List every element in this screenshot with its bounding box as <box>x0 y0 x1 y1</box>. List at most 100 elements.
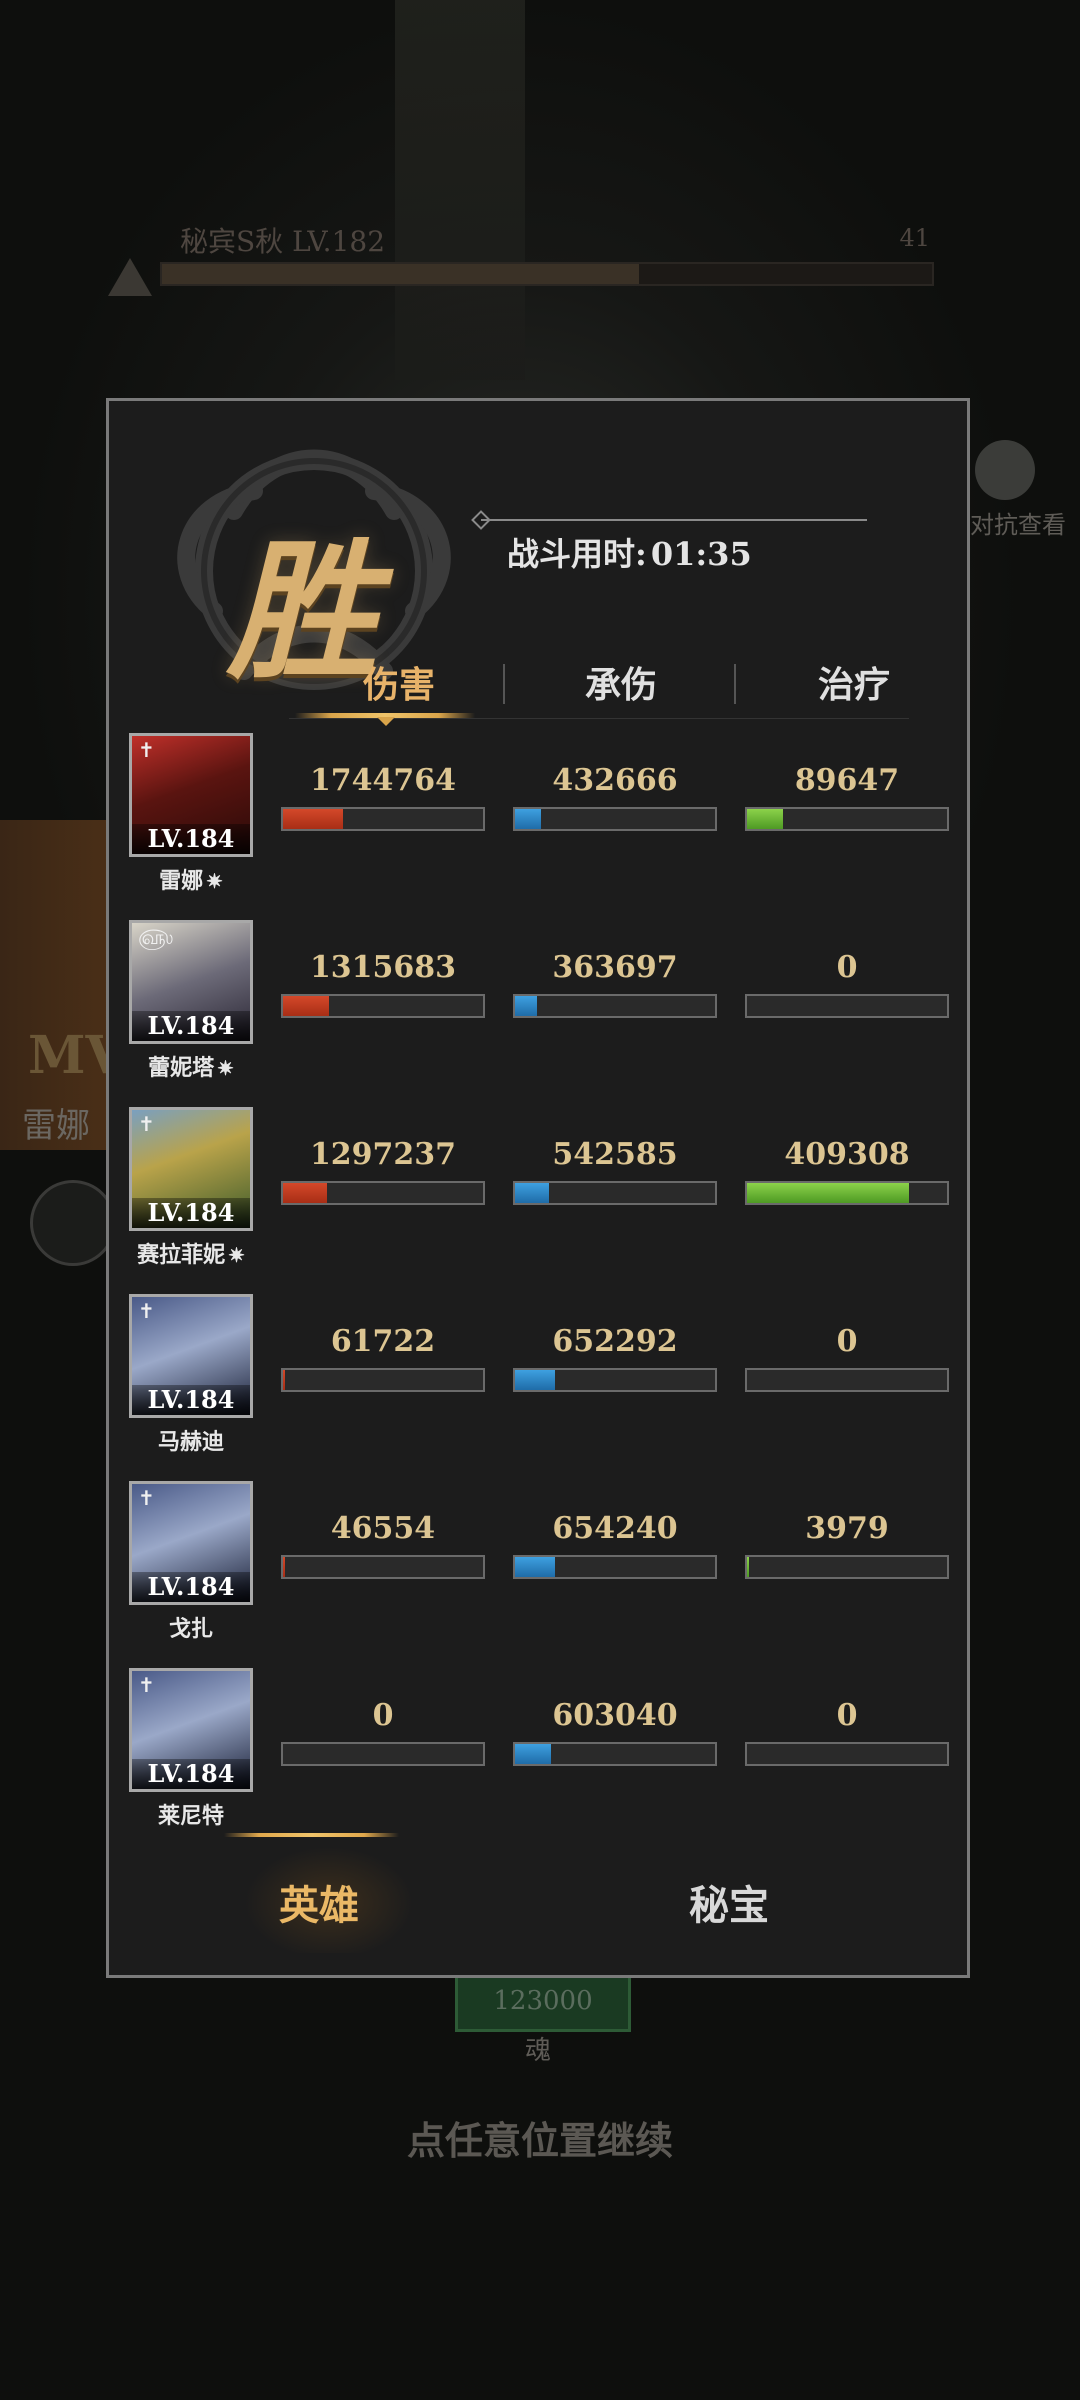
damage-taken-bar-fill <box>515 1557 555 1577</box>
hero-level: LV.184 <box>132 824 250 854</box>
tab-healing[interactable]: 治疗 <box>744 656 964 708</box>
damage-taken-stat: 654240 <box>513 1509 717 1579</box>
tab-damage[interactable]: 伤害 <box>289 656 509 708</box>
damage-value: 46554 <box>330 1511 436 1546</box>
damage-stat: 1744764 <box>281 761 485 831</box>
active-tab-pointer <box>377 717 395 726</box>
compare-icon[interactable] <box>975 440 1035 500</box>
cross-icon: ✝ <box>138 1112 155 1136</box>
healing-bar <box>745 994 949 1018</box>
healing-stat: 409308 <box>745 1135 949 1205</box>
damage-taken-stat: 363697 <box>513 948 717 1018</box>
dagger-icon: ✝ <box>138 738 155 762</box>
hero-name-line: 莱尼特 <box>109 1798 273 1830</box>
boss-name: 秘宾S秋 LV.182 <box>180 225 386 258</box>
hero-name: 蕾妮塔 <box>148 1055 215 1081</box>
damage-bar-fill <box>283 1370 285 1390</box>
damage-taken-bar-fill <box>515 1744 551 1764</box>
hero-level: LV.184 <box>132 1385 250 1415</box>
damage-taken-stat: 432666 <box>513 761 717 831</box>
hero-row: ✝ LV.184 赛拉菲妮 ✷ 1297237 542585 409308 <box>129 1107 949 1277</box>
damage-bar <box>281 1181 485 1205</box>
healing-stat: 89647 <box>745 761 949 831</box>
tab-damage-taken[interactable]: 承伤 <box>511 656 731 708</box>
damage-value: 0 <box>372 1698 394 1733</box>
damage-taken-bar-fill <box>515 1183 549 1203</box>
damage-taken-stat: 542585 <box>513 1135 717 1205</box>
cross-icon: ✝ <box>138 1486 155 1510</box>
hero-name-line: 戈扎 <box>109 1611 273 1643</box>
healing-value: 0 <box>836 1698 858 1733</box>
hero-portrait[interactable]: ௵ LV.184 <box>129 920 253 1044</box>
hero-level: LV.184 <box>132 1011 250 1041</box>
damage-value: 1315683 <box>309 950 457 985</box>
damage-stat: 0 <box>281 1696 485 1766</box>
healing-value: 409308 <box>784 1137 910 1172</box>
damage-stat: 46554 <box>281 1509 485 1579</box>
hero-row: ✝ LV.184 莱尼特 0 603040 0 <box>129 1668 949 1838</box>
healing-stat: 0 <box>745 1322 949 1392</box>
hero-name-line: 赛拉菲妮 ✷ <box>109 1237 273 1269</box>
damage-taken-bar-fill <box>515 809 541 829</box>
damage-taken-bar <box>513 1742 717 1766</box>
healing-value: 0 <box>836 950 858 985</box>
damage-bar-fill <box>283 1183 327 1203</box>
stats-chart-button[interactable] <box>30 1180 116 1266</box>
healing-stat: 0 <box>745 948 949 1018</box>
damage-taken-value: 654240 <box>552 1511 678 1546</box>
healing-bar-fill <box>747 1557 749 1577</box>
hero-portrait[interactable]: ✝ LV.184 <box>129 1294 253 1418</box>
hero-name-line: 蕾妮塔 ✷ <box>109 1050 273 1082</box>
damage-stat: 61722 <box>281 1322 485 1392</box>
hero-portrait[interactable]: ✝ LV.184 <box>129 1668 253 1792</box>
healing-bar <box>745 1742 949 1766</box>
hero-portrait[interactable]: ✝ LV.184 <box>129 1107 253 1231</box>
damage-taken-bar-fill <box>515 1370 555 1390</box>
tab-treasures[interactable]: 秘宝 <box>579 1873 879 1931</box>
mvp-hero-name: 雷娜 <box>22 1106 90 1146</box>
healing-bar-fill <box>747 1183 909 1203</box>
spiral-icon: ௵ <box>138 925 174 949</box>
battle-duration-value: 01:35 <box>650 535 752 573</box>
damage-taken-bar <box>513 1181 717 1205</box>
damage-taken-bar-fill <box>515 996 537 1016</box>
hero-row: ௵ LV.184 蕾妮塔 ✷ 1315683 363697 0 <box>129 920 949 1090</box>
healing-bar <box>745 807 949 831</box>
hero-name: 雷娜 <box>159 868 204 894</box>
healing-stat: 3979 <box>745 1509 949 1579</box>
hero-row: ✝ LV.184 雷娜 ✷ 1744764 432666 89647 <box>129 733 949 903</box>
reward-badge: 123000 <box>455 1970 631 2032</box>
tab-separator <box>734 664 736 704</box>
damage-bar <box>281 1368 485 1392</box>
background-tower <box>395 0 525 380</box>
hero-portrait[interactable]: ✝ LV.184 <box>129 1481 253 1605</box>
cross-icon: ✝ <box>138 1673 155 1697</box>
hero-name-line: 雷娜 ✷ <box>109 863 273 895</box>
tap-to-continue-hint: 点任意位置继续 <box>406 2118 673 2163</box>
damage-taken-stat: 603040 <box>513 1696 717 1766</box>
hero-level: LV.184 <box>132 1198 250 1228</box>
healing-value: 89647 <box>794 763 900 798</box>
boss-health-bar: 秘宾S秋 LV.182 41 <box>140 220 934 290</box>
damage-value: 61722 <box>330 1324 436 1359</box>
awaken-star-icon: ✷ <box>228 1243 245 1267</box>
damage-value: 1297237 <box>309 1137 457 1172</box>
tab-heroes[interactable]: 英雄 <box>169 1873 469 1931</box>
divider-line <box>481 519 867 521</box>
hero-portrait[interactable]: ✝ LV.184 <box>129 733 253 857</box>
damage-taken-bar <box>513 807 717 831</box>
damage-taken-value: 432666 <box>552 763 678 798</box>
awaken-star-icon: ✷ <box>206 869 223 893</box>
hero-name: 莱尼特 <box>157 1803 224 1829</box>
hero-row: ✝ LV.184 戈扎 46554 654240 3979 <box>129 1481 949 1651</box>
boss-count: 41 <box>899 224 930 252</box>
damage-taken-value: 652292 <box>552 1324 678 1359</box>
hero-name: 赛拉菲妮 <box>137 1242 226 1268</box>
damage-taken-value: 603040 <box>552 1698 678 1733</box>
healing-bar-fill <box>747 809 783 829</box>
hero-name: 戈扎 <box>168 1616 213 1642</box>
stat-tabs: 伤害 承伤 治疗 <box>289 656 929 716</box>
healing-bar <box>745 1368 949 1392</box>
damage-stat: 1297237 <box>281 1135 485 1205</box>
healing-stat: 0 <box>745 1696 949 1766</box>
